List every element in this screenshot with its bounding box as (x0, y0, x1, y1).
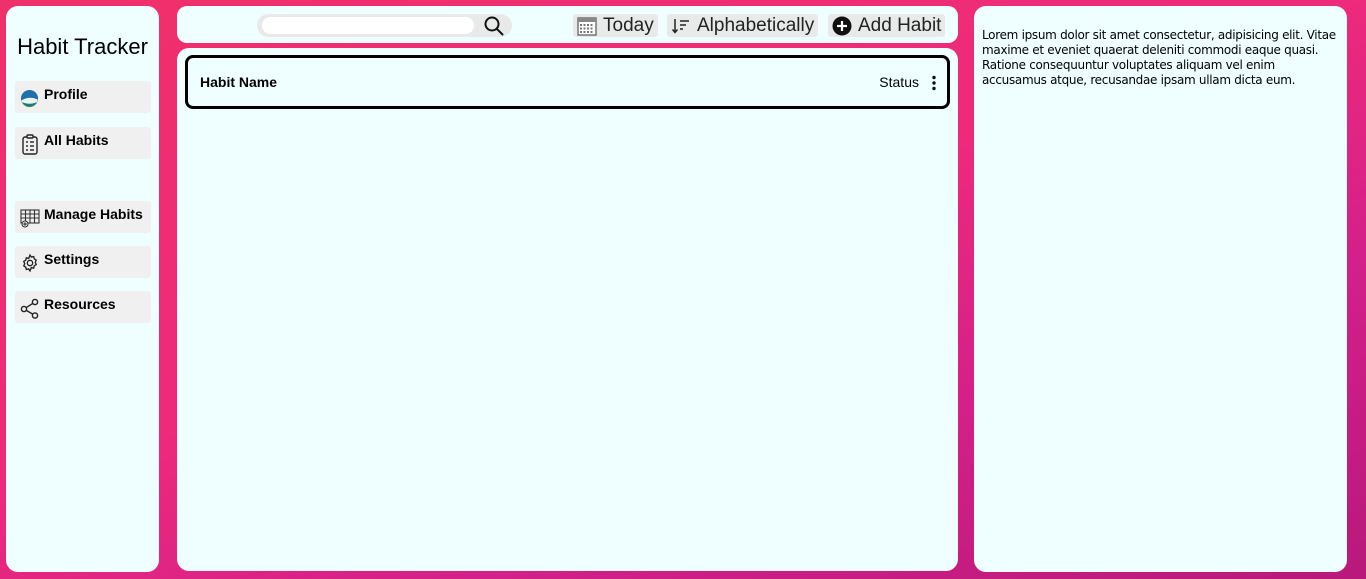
add-habit-button[interactable]: Add Habit (828, 14, 946, 37)
info-panel: Lorem ipsum dolor sit amet consectetur, … (974, 6, 1347, 572)
avatar-icon (19, 88, 40, 109)
sidebar: Habit Tracker Profile All Habits Manage … (6, 6, 159, 572)
calendar-icon (577, 16, 597, 36)
date-filter-label: Today (603, 14, 654, 36)
search-input[interactable] (262, 17, 474, 34)
sidebar-item-label: Settings (44, 251, 100, 267)
habit-name-column-header: Habit Name (200, 74, 278, 90)
sidebar-item-profile[interactable]: Profile (15, 81, 151, 113)
add-habit-label: Add Habit (858, 14, 942, 36)
app-title: Habit Tracker (17, 34, 148, 59)
sidebar-item-label: Manage Habits (44, 206, 143, 222)
sort-icon (671, 17, 691, 35)
habit-list-header: Habit Name Status (185, 55, 950, 109)
share-icon (19, 298, 40, 319)
toolbar: Today Alphabetically Add Habit (177, 6, 958, 43)
plus-circle-icon (832, 16, 852, 36)
info-text: Lorem ipsum dolor sit amet consectetur, … (982, 28, 1336, 87)
gear-icon (19, 253, 40, 274)
date-filter-button[interactable]: Today (573, 14, 658, 37)
sort-label: Alphabetically (697, 14, 815, 36)
sidebar-item-settings[interactable]: Settings (15, 246, 151, 278)
sidebar-item-label: All Habits (44, 132, 109, 148)
status-column-header: Status (879, 74, 919, 90)
manage-grid-icon (19, 208, 40, 229)
habit-list-panel: Habit Name Status (177, 48, 958, 571)
sidebar-item-label: Resources (44, 296, 116, 312)
kebab-menu-icon[interactable] (931, 75, 937, 91)
clipboard-list-icon (19, 133, 40, 155)
sidebar-item-manage-habits[interactable]: Manage Habits (15, 201, 151, 233)
sort-button[interactable]: Alphabetically (667, 14, 819, 37)
sidebar-item-resources[interactable]: Resources (15, 291, 151, 323)
sidebar-item-all-habits[interactable]: All Habits (15, 127, 151, 159)
search-bar (257, 14, 512, 37)
sidebar-item-label: Profile (44, 86, 88, 102)
search-icon[interactable] (483, 15, 505, 37)
